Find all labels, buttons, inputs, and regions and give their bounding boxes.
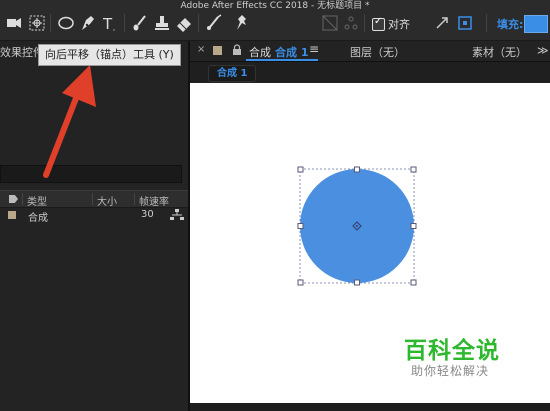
column-divider <box>92 193 93 205</box>
transform-handle[interactable] <box>297 223 304 229</box>
watermark-title: 百科全说 <box>404 338 500 364</box>
label-color-swatch <box>8 211 16 219</box>
svg-text:,: , <box>113 24 115 32</box>
transform-handle[interactable] <box>354 279 360 286</box>
puppet-pin-tool-icon[interactable] <box>232 13 252 33</box>
svg-text:T: T <box>102 15 113 33</box>
transform-handle[interactable] <box>410 166 417 173</box>
column-divider <box>22 193 23 205</box>
toolbar-divider <box>198 14 199 32</box>
camera-tool-icon[interactable] <box>4 13 24 33</box>
align-label: 对齐 <box>388 18 410 31</box>
column-divider <box>134 193 135 205</box>
viewer-bottom-bar <box>190 403 550 411</box>
transform-handle[interactable] <box>354 166 360 173</box>
expand-icon[interactable] <box>432 13 452 33</box>
transform-handle[interactable] <box>297 166 304 173</box>
tab-footage[interactable]: 素材（无） <box>472 44 527 60</box>
watermark-subtitle: 助你轻松解决 <box>411 364 490 378</box>
transform-handle[interactable] <box>410 223 417 229</box>
red-annotation-arrow <box>43 65 96 178</box>
row-framerate: 30 <box>141 209 154 220</box>
snap-icon[interactable] <box>320 13 340 33</box>
fill-color-swatch[interactable] <box>524 15 548 33</box>
lock-icon[interactable] <box>232 44 242 56</box>
active-tab-indicator <box>246 59 318 61</box>
ellipse-layer[interactable] <box>290 160 426 290</box>
project-column-header: 类型 大小 帧速率 <box>0 190 188 208</box>
pan-behind-tool-icon[interactable] <box>27 13 47 33</box>
column-type[interactable]: 类型 <box>27 193 47 208</box>
toolbar-divider <box>364 14 365 32</box>
composition-breadcrumb[interactable]: 合成 1 <box>208 65 257 82</box>
ellipse-tool-icon[interactable] <box>56 13 76 33</box>
shape-options-icon[interactable] <box>341 13 361 33</box>
composition-tab-name[interactable]: 合成 1 <box>275 44 308 60</box>
toolbar-divider <box>50 14 51 32</box>
column-size[interactable]: 大小 <box>97 193 117 208</box>
roto-brush-tool-icon[interactable] <box>204 13 224 33</box>
row-type: 合成 <box>28 213 48 224</box>
toolbar-divider <box>486 14 487 32</box>
composition-tab-label[interactable]: 合成 <box>249 44 271 60</box>
fill-label: 填充: <box>497 18 524 31</box>
project-row[interactable]: 合成 30 <box>0 207 188 224</box>
comp-label-swatch <box>213 46 222 55</box>
toolbar-divider <box>124 14 125 32</box>
type-tool-icon[interactable]: T, <box>100 13 120 33</box>
flowchart-icon[interactable] <box>170 209 184 221</box>
tab-layer[interactable]: 图层（无） <box>350 44 405 60</box>
clone-stamp-tool-icon[interactable] <box>152 13 172 33</box>
more-tabs-icon[interactable]: ≫ <box>537 44 549 57</box>
frame-select-icon[interactable] <box>455 13 475 33</box>
transform-handle[interactable] <box>410 279 417 286</box>
panel-menu-icon[interactable]: ≡ <box>309 42 319 56</box>
window-title: Adobe After Effects CC 2018 - 无标题项目 * <box>180 1 370 11</box>
label-tag-icon[interactable] <box>9 195 18 203</box>
close-tab-icon[interactable]: × <box>197 44 205 55</box>
column-framerate[interactable]: 帧速率 <box>139 193 169 208</box>
align-checkbox[interactable] <box>372 16 385 31</box>
pen-tool-icon[interactable] <box>78 13 98 33</box>
brush-tool-icon[interactable] <box>130 13 150 33</box>
tool-tooltip: 向后平移（锚点）工具 (Y) <box>38 44 181 66</box>
transform-handle[interactable] <box>297 279 304 286</box>
eraser-tool-icon[interactable] <box>174 13 194 33</box>
